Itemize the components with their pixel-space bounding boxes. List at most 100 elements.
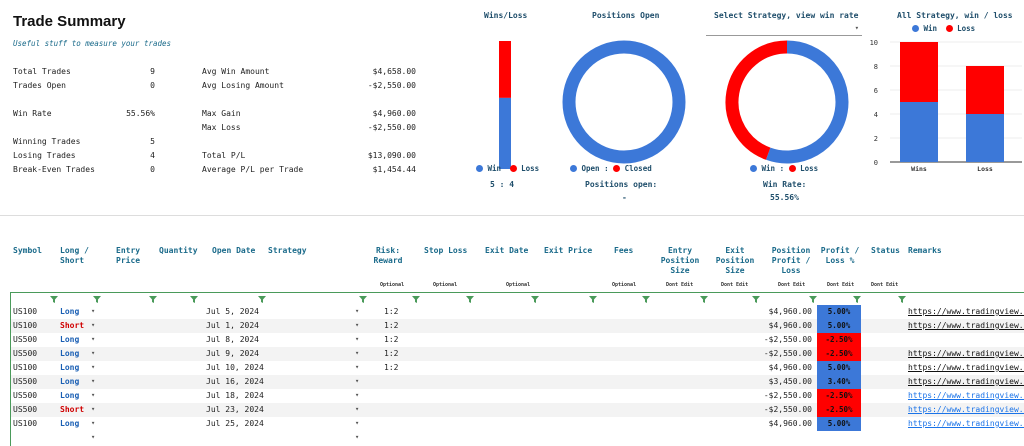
remarks-link[interactable]: https://www.tradingview.c xyxy=(908,363,1024,372)
filter-icon[interactable] xyxy=(531,296,539,303)
stat-label: Win Rate xyxy=(13,109,52,118)
chevron-down-icon[interactable]: ▾ xyxy=(91,363,95,371)
filter-icon[interactable] xyxy=(190,296,198,303)
chevron-down-icon[interactable]: ▾ xyxy=(91,349,95,357)
header-exit-date: Exit Date xyxy=(485,246,529,255)
win-rate-value: 55.56% xyxy=(770,193,799,202)
header-risk-reward: Risk: Reward xyxy=(373,246,403,265)
side-cell: Long xyxy=(60,363,80,372)
open-date-cell: Jul 9, 2024 xyxy=(206,349,259,358)
filter-icon[interactable] xyxy=(809,296,817,303)
chevron-down-icon[interactable]: ▾ xyxy=(355,391,359,399)
filter-icon[interactable] xyxy=(898,296,906,303)
profit-loss-pct-badge: -2.50% xyxy=(817,347,861,361)
side-cell: Long xyxy=(60,419,80,428)
remarks-link[interactable]: https://www.tradingview.c xyxy=(908,405,1024,414)
table-row: US500 Short ▾ Jul 23, 2024 ▾ -$2,550.00 -2.50%… xyxy=(11,403,1024,417)
stat-value: 0 xyxy=(150,165,155,174)
filter-icon[interactable] xyxy=(589,296,597,303)
remarks-link[interactable]: https://www.tradingview.c xyxy=(908,419,1024,428)
chevron-down-icon[interactable]: ▾ xyxy=(91,433,95,441)
dont-edit-note: Dont Edit xyxy=(721,282,749,288)
header-stop-loss: Stop Loss xyxy=(424,246,468,255)
positions-open-value: - xyxy=(622,193,627,202)
filter-icon[interactable] xyxy=(642,296,650,303)
filter-icon[interactable] xyxy=(258,296,266,303)
x-tick-label: Wins xyxy=(911,165,927,173)
stat-label: Break-Even Trades xyxy=(13,165,95,174)
symbol-cell: US100 xyxy=(13,363,38,372)
open-date-cell: Jul 1, 2024 xyxy=(206,321,259,330)
filter-icon-shape xyxy=(898,296,906,303)
stat-label: Total Trades xyxy=(13,67,71,76)
filter-icon-shape xyxy=(190,296,198,303)
chevron-down-icon[interactable]: ▾ xyxy=(355,335,359,343)
remarks-link[interactable]: https://www.tradingview.c xyxy=(908,321,1024,330)
page-title: Trade Summary xyxy=(13,13,126,30)
stat-label: Average P/L per Trade xyxy=(202,165,304,174)
chevron-down-icon[interactable]: ▾ xyxy=(91,321,95,329)
profit-loss-pct-badge: -2.50% xyxy=(817,333,861,347)
stat-label: Avg Win Amount xyxy=(202,67,270,76)
chevron-down-icon[interactable]: ▾ xyxy=(355,377,359,385)
table-row: US100 Long ▾ Jul 25, 2024 ▾ $4,960.00 5.00% htt… xyxy=(11,417,1024,431)
chevron-down-icon[interactable]: ▾ xyxy=(91,419,95,427)
all-strategy-chart-title: All Strategy, win / loss xyxy=(897,11,1013,20)
table-row: US500 Long ▾ Jul 18, 2024 ▾ -$2,550.00 -2.50% h… xyxy=(11,389,1024,403)
y-tick-label: 6 xyxy=(874,87,878,95)
filter-icon[interactable] xyxy=(93,296,101,303)
side-cell: Long xyxy=(60,335,80,344)
chevron-down-icon[interactable]: ▾ xyxy=(355,363,359,371)
filter-icon[interactable] xyxy=(853,296,861,303)
filter-icon-shape xyxy=(50,296,58,303)
profit-loss-cell: $4,960.00 xyxy=(768,321,812,330)
table-row: US500 Long ▾ Jul 8, 2024 ▾ 1:2 -$2,550.00 -2.50… xyxy=(11,333,1024,347)
filter-icon[interactable] xyxy=(700,296,708,303)
header-remarks: Remarks xyxy=(908,246,942,255)
remarks-link[interactable]: https://www.tradingview.c xyxy=(908,377,1024,386)
strategy-legend: Win : Loss xyxy=(750,164,818,173)
chevron-down-icon[interactable]: ▾ xyxy=(355,321,359,329)
chevron-down-icon[interactable]: ▾ xyxy=(91,391,95,399)
y-tick-label: 10 xyxy=(870,39,878,47)
chevron-down-icon[interactable]: ▾ xyxy=(91,377,95,385)
chevron-down-icon[interactable]: ▾ xyxy=(355,307,359,315)
dont-edit-note: Dont Edit xyxy=(827,282,855,288)
positions-open-chart-title: Positions Open xyxy=(592,11,660,20)
filter-icon[interactable] xyxy=(149,296,157,303)
filter-icon[interactable] xyxy=(752,296,760,303)
risk-reward-cell: 1:2 xyxy=(384,321,399,330)
filter-icon[interactable] xyxy=(466,296,474,303)
remarks-link[interactable]: https://www.tradingview.c xyxy=(908,307,1024,316)
closed-slice xyxy=(562,40,686,164)
profit-loss-cell: -$2,550.00 xyxy=(763,405,812,414)
wins-loss-chart-title: Wins/Loss xyxy=(484,11,528,20)
header-status: Status xyxy=(871,246,900,255)
chevron-down-icon[interactable]: ▾ xyxy=(91,335,95,343)
select-strategy-chart-title: Select Strategy, view win rate xyxy=(714,11,859,20)
filter-icon[interactable] xyxy=(50,296,58,303)
chevron-down-icon[interactable]: ▾ xyxy=(355,349,359,357)
header-entry-position-size: Entry Position Size xyxy=(660,246,700,275)
chevron-down-icon[interactable]: ▾ xyxy=(355,419,359,427)
chevron-down-icon[interactable]: ▾ xyxy=(355,433,359,441)
open-date-cell: Jul 16, 2024 xyxy=(206,377,264,386)
chevron-down-icon[interactable]: ▾ xyxy=(91,307,95,315)
x-tick-label: Loss xyxy=(977,165,993,173)
open-date-cell: Jul 25, 2024 xyxy=(206,419,264,428)
header-entry-price: Entry Price xyxy=(116,246,141,265)
filter-icon[interactable] xyxy=(359,296,367,303)
y-tick-label: 4 xyxy=(874,111,878,119)
remarks-link[interactable]: https://www.tradingview.c xyxy=(908,349,1024,358)
open-date-cell: Jul 18, 2024 xyxy=(206,391,264,400)
chevron-down-icon[interactable]: ▾ xyxy=(355,405,359,413)
win-rate-donut xyxy=(725,40,849,164)
win-legend-dot xyxy=(750,165,757,172)
side-cell: Long xyxy=(60,307,80,316)
profit-loss-pct-badge: 5.00% xyxy=(817,361,861,375)
chevron-down-icon[interactable]: ▾ xyxy=(91,405,95,413)
remarks-link[interactable]: https://www.tradingview.c xyxy=(908,391,1024,400)
strategy-select[interactable]: ▾ xyxy=(706,22,862,36)
optional-note: Optional xyxy=(506,282,531,288)
filter-icon[interactable] xyxy=(412,296,420,303)
